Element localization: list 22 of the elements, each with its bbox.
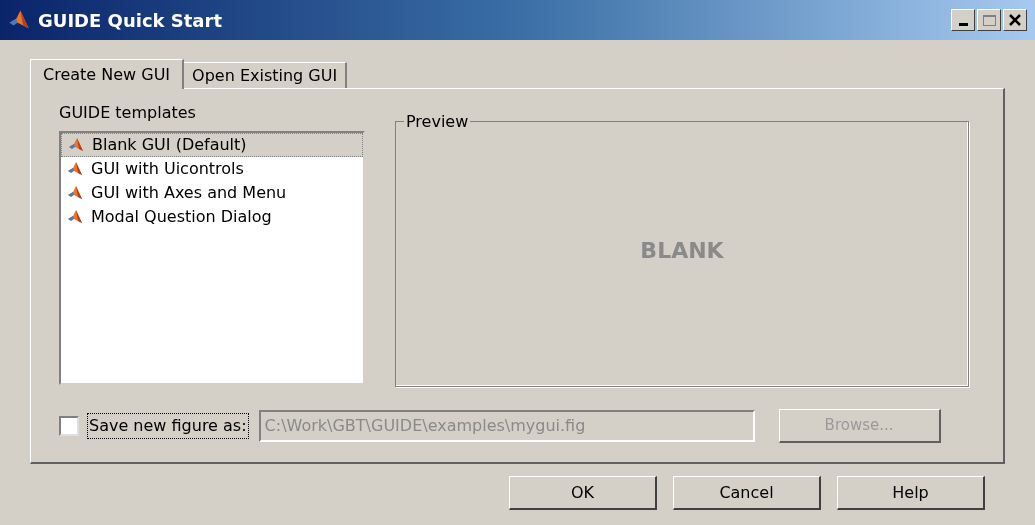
- window-title: GUIDE Quick Start: [38, 8, 222, 33]
- tab[interactable]: Open Existing GUI: [184, 62, 348, 88]
- dialog-button[interactable]: OK: [509, 476, 657, 510]
- maximize-button[interactable]: [977, 9, 1001, 31]
- matlab-logo-icon: [8, 9, 30, 31]
- template-item[interactable]: Blank GUI (Default): [61, 133, 363, 157]
- dialog-button[interactable]: Help: [837, 476, 985, 510]
- matlab-logo-icon: [67, 161, 83, 177]
- close-icon: [1009, 14, 1021, 26]
- matlab-logo-icon: [67, 209, 83, 225]
- preview-text: BLANK: [640, 236, 724, 265]
- template-item[interactable]: GUI with Axes and Menu: [61, 181, 363, 205]
- dialog-button[interactable]: Cancel: [673, 476, 821, 510]
- template-item[interactable]: GUI with Uicontrols: [61, 157, 363, 181]
- matlab-logo-icon: [67, 185, 83, 201]
- matlab-logo-icon: [68, 137, 84, 153]
- template-item[interactable]: Modal Question Dialog: [61, 205, 363, 229]
- templates-label: GUIDE templates: [59, 102, 197, 124]
- close-button[interactable]: [1003, 9, 1027, 31]
- minimize-button[interactable]: [951, 9, 975, 31]
- save-label: Save new figure as:: [87, 413, 249, 439]
- tab[interactable]: Create New GUI: [30, 59, 185, 89]
